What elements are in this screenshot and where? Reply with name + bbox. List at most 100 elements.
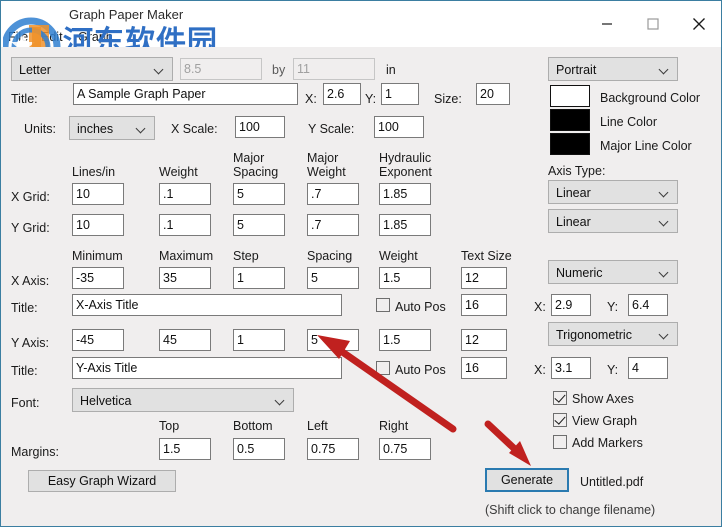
grid-header-major-spacing-l2: Spacing	[233, 165, 279, 179]
x-grid-major-weight-field[interactable]	[307, 183, 359, 205]
margin-top-field[interactable]	[159, 438, 211, 460]
x-axis-step-field[interactable]	[233, 267, 285, 289]
title-y-field[interactable]	[381, 83, 419, 105]
show-axes-checkbox[interactable]	[553, 391, 567, 405]
margin-right-field[interactable]	[379, 438, 431, 460]
chevron-down-icon	[155, 66, 164, 71]
orientation-select[interactable]: Portrait	[548, 57, 678, 81]
title-size-label: Size:	[434, 92, 462, 106]
title-size-field[interactable]	[476, 83, 510, 105]
view-graph-checkbox[interactable]	[553, 413, 567, 427]
chevron-down-icon	[276, 397, 285, 402]
y-axis-auto-pos-label: Auto Pos	[395, 363, 446, 377]
y-axis-text-size-field[interactable]	[461, 329, 507, 351]
units-label: Units:	[24, 122, 56, 136]
y-grid-weight-field[interactable]	[159, 214, 211, 236]
x-axis-max-field[interactable]	[159, 267, 211, 289]
graph-title-field[interactable]	[73, 83, 298, 105]
y-axis-pos-y-field[interactable]	[628, 357, 668, 379]
major-line-color-swatch[interactable]	[550, 133, 590, 155]
chevron-down-icon	[660, 66, 669, 71]
chevron-down-icon	[660, 189, 669, 194]
y-grid-hydraulic-field[interactable]	[379, 214, 431, 236]
x-axis-spacing-field[interactable]	[307, 267, 359, 289]
x-axis-title-field[interactable]	[72, 294, 342, 316]
menu-item-file[interactable]: File	[8, 27, 28, 47]
axis-header-text-size: Text Size	[461, 249, 512, 263]
y-axis-numbering-select[interactable]: Trigonometric	[548, 322, 678, 346]
paper-unit-label: in	[386, 63, 396, 77]
x-axis-auto-pos-checkbox[interactable]	[376, 298, 390, 312]
y-axis-label: Y Axis:	[11, 336, 49, 350]
margin-bottom-field[interactable]	[233, 438, 285, 460]
major-line-color-label: Major Line Color	[600, 139, 692, 153]
y-axis-title-label: Title:	[11, 364, 38, 378]
chevron-down-icon	[660, 218, 669, 223]
y-axis-min-field[interactable]	[72, 329, 124, 351]
background-color-swatch[interactable]	[550, 85, 590, 107]
y-grid-major-weight-field[interactable]	[307, 214, 359, 236]
x-axis-numbering-select[interactable]: Numeric	[548, 260, 678, 284]
grid-header-lines: Lines/in	[72, 165, 116, 179]
margin-left-field[interactable]	[307, 438, 359, 460]
y-axis-title-field[interactable]	[72, 357, 342, 379]
x-axis-title-size-field[interactable]	[461, 294, 507, 316]
x-axis-pos-x-label: X:	[534, 300, 546, 314]
y-axis-pos-x-field[interactable]	[551, 357, 591, 379]
axis-header-maximum: Maximum	[159, 249, 214, 263]
output-filename[interactable]: Untitled.pdf	[580, 475, 643, 489]
grid-header-hydraulic-l1: Hydraulic	[379, 151, 432, 165]
easy-graph-wizard-label: Easy Graph Wizard	[47, 474, 157, 488]
x-axis-pos-x-field[interactable]	[551, 294, 591, 316]
x-grid-lines-field[interactable]	[72, 183, 124, 205]
font-value: Helvetica	[80, 394, 132, 408]
x-axis-pos-y-label: Y:	[607, 300, 619, 314]
x-scale-field[interactable]	[235, 116, 285, 138]
y-axis-step-field[interactable]	[233, 329, 285, 351]
y-axis-auto-pos-checkbox[interactable]	[376, 361, 390, 375]
x-grid-hydraulic-field[interactable]	[379, 183, 431, 205]
x-axis-text-size-field[interactable]	[461, 267, 507, 289]
axis-header-weight: Weight	[379, 249, 418, 263]
line-color-swatch[interactable]	[550, 109, 590, 131]
x-axis-min-field[interactable]	[72, 267, 124, 289]
grid-header-major-spacing-l1: Major	[233, 151, 265, 165]
y-axis-max-field[interactable]	[159, 329, 211, 351]
chevron-down-icon	[660, 269, 669, 274]
paper-size-value: Letter	[19, 63, 51, 77]
x-grid-major-spacing-field[interactable]	[233, 183, 285, 205]
units-select[interactable]: inches	[69, 116, 155, 140]
application-window: Graph Paper Maker File Edit Graph 河东软件园 …	[0, 0, 722, 527]
add-markers-checkbox[interactable]	[553, 435, 567, 449]
margins-label: Margins:	[11, 445, 59, 459]
grid-header-weight: Weight	[159, 165, 198, 179]
font-select[interactable]: Helvetica	[72, 388, 294, 412]
axis-header-minimum: Minimum	[72, 249, 123, 263]
paper-size-select[interactable]: Letter	[11, 57, 173, 81]
x-grid-weight-field[interactable]	[159, 183, 211, 205]
axis-header-step: Step	[233, 249, 259, 263]
y-axis-title-size-field[interactable]	[461, 357, 507, 379]
axis-type-y-select[interactable]: Linear	[548, 209, 678, 233]
x-axis-pos-y-field[interactable]	[628, 294, 668, 316]
paper-height-field[interactable]	[293, 58, 375, 80]
title-x-field[interactable]	[323, 83, 361, 105]
paper-width-field[interactable]	[180, 58, 262, 80]
y-scale-field[interactable]	[374, 116, 424, 138]
background-color-label: Background Color	[600, 91, 701, 105]
y-axis-spacing-field[interactable]	[307, 329, 359, 351]
easy-graph-wizard-button[interactable]: Easy Graph Wizard	[28, 470, 176, 492]
y-axis-numbering-value: Trigonometric	[556, 328, 632, 342]
menu-item-edit[interactable]: Edit	[41, 27, 63, 47]
axis-type-x-select[interactable]: Linear	[548, 180, 678, 204]
y-grid-lines-field[interactable]	[72, 214, 124, 236]
generate-button[interactable]: Generate	[485, 468, 569, 492]
y-axis-weight-field[interactable]	[379, 329, 431, 351]
menu-item-graph[interactable]: Graph	[78, 27, 113, 47]
y-grid-major-spacing-field[interactable]	[233, 214, 285, 236]
chevron-down-icon	[660, 331, 669, 336]
x-axis-weight-field[interactable]	[379, 267, 431, 289]
y-scale-label: Y Scale:	[308, 122, 355, 136]
margin-header-top: Top	[159, 419, 180, 433]
margin-header-bottom: Bottom	[233, 419, 273, 433]
